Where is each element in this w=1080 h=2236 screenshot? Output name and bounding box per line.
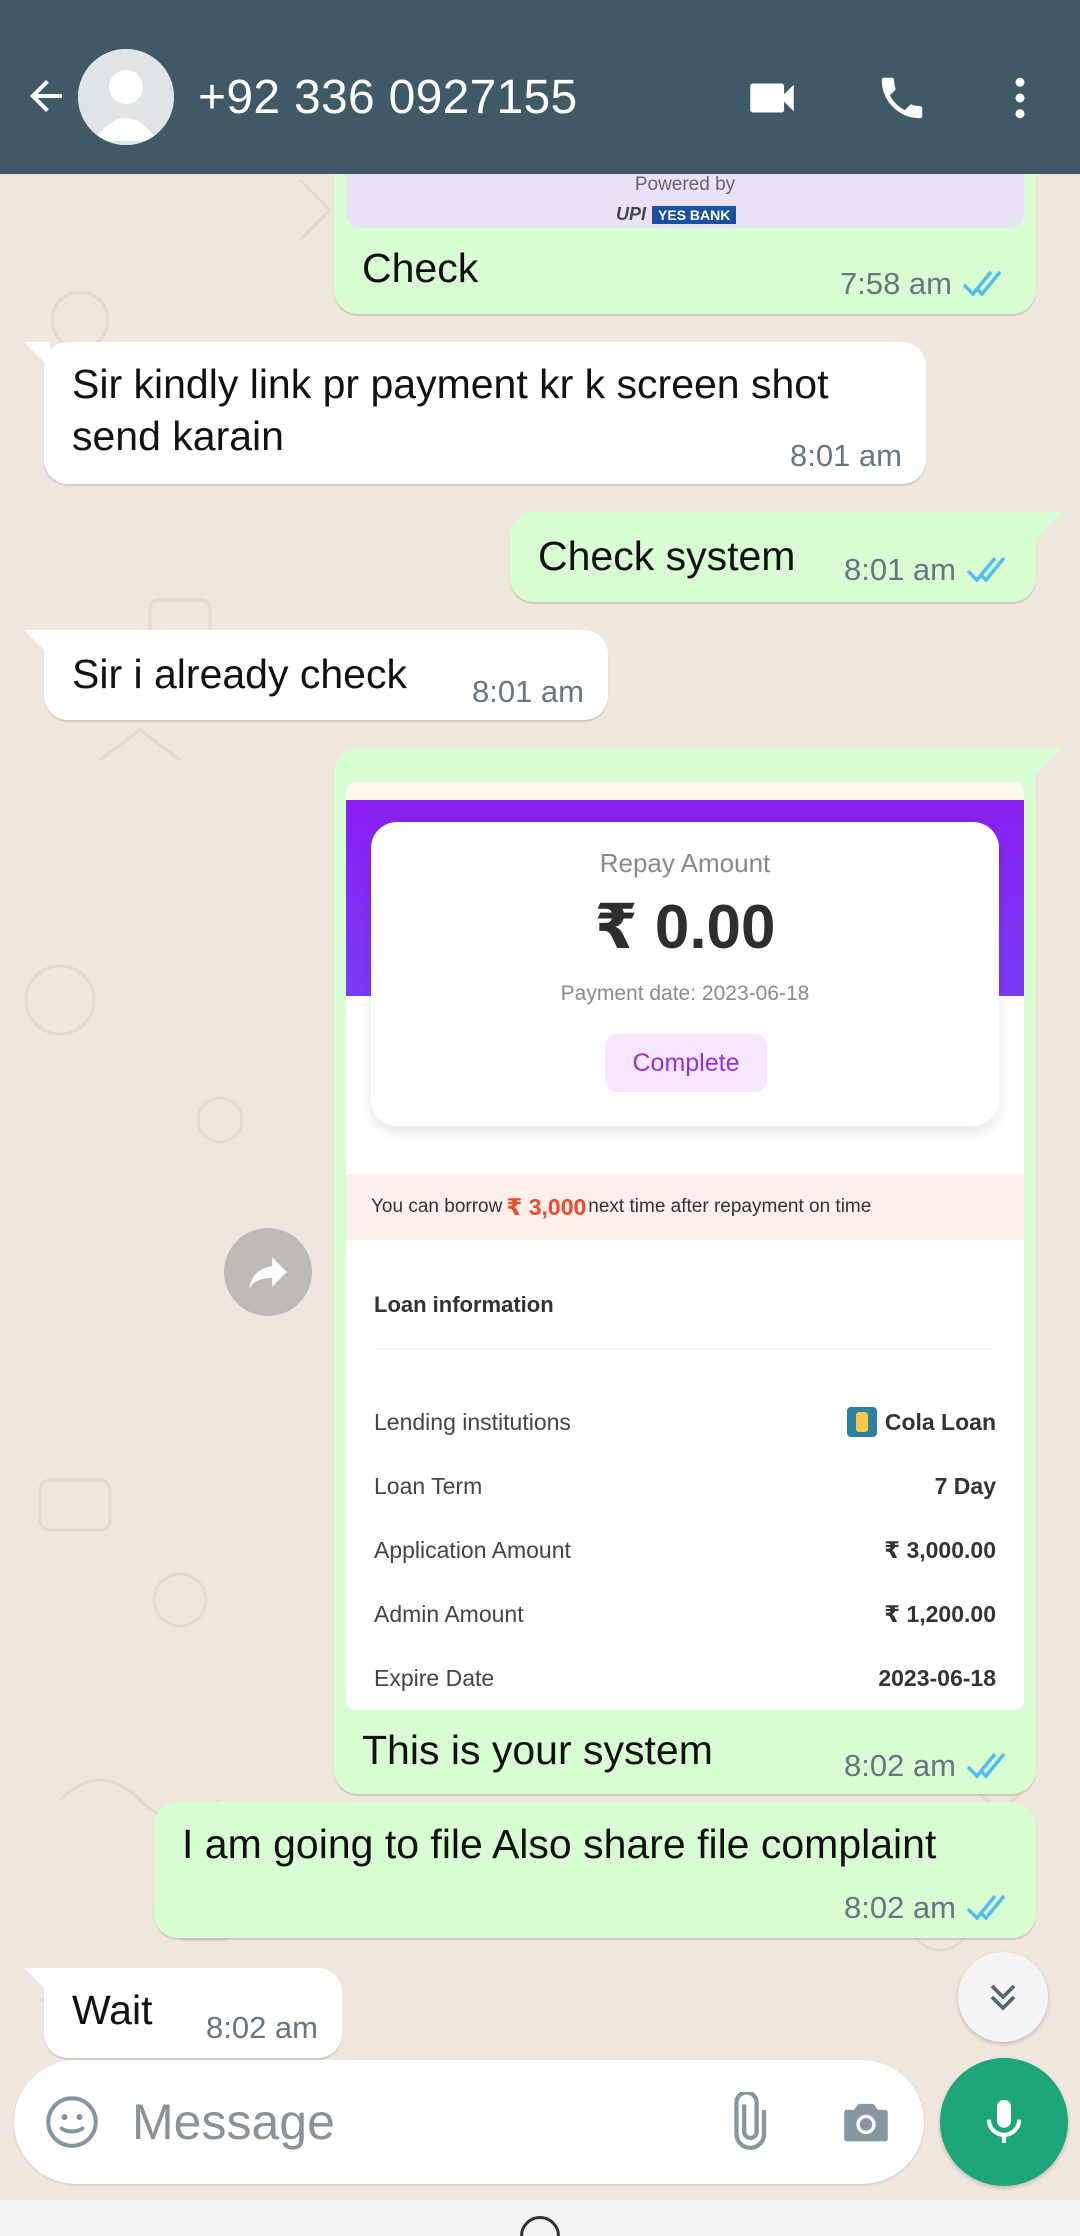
upi-logos: UPI YES BANK (616, 204, 737, 225)
chat-header: +92 336 0927155 (0, 0, 1080, 174)
borrow-notice: You can borrow ₹ 3,000 next time after r… (346, 1174, 1024, 1240)
forward-button[interactable] (224, 1228, 312, 1316)
message-composer (14, 2060, 924, 2184)
system-nav-bar (0, 2200, 1080, 2236)
message-bubble-incoming[interactable]: Wait 8:02 am (44, 1968, 342, 2058)
phone-icon (881, 77, 923, 119)
loan-row-label: Lending institutions (374, 1408, 571, 1435)
loan-row: Lending institutions Cola Loan (374, 1402, 996, 1442)
chevrons-down-icon (990, 1984, 1016, 2011)
message-time: 8:02 am (205, 2010, 318, 2045)
message-text: This is your system (362, 1727, 713, 1773)
video-call-button[interactable] (740, 66, 804, 130)
message-meta: 8:01 am (844, 552, 1012, 588)
message-meta: 8:02 am (206, 2010, 318, 2046)
more-vertical-icon (1015, 77, 1025, 119)
message-text: Check (362, 245, 479, 291)
loan-row-label: Admin Amount (374, 1600, 524, 1627)
more-options-button[interactable] (988, 66, 1052, 130)
message-meta: 7:58 am (840, 266, 1008, 302)
loan-row-value: 2023-06-18 (878, 1664, 996, 1691)
double-check-icon (966, 1752, 1006, 1779)
bubble-tail (1036, 512, 1062, 538)
message-bubble-outgoing[interactable]: Check system 8:01 am (510, 512, 1036, 602)
message-time: 8:01 am (843, 552, 956, 587)
loan-row-label: Expire Date (374, 1664, 495, 1691)
message-meta: 8:02 am (844, 1748, 1012, 1784)
message-meta: 8:01 am (472, 674, 584, 710)
message-text: Sir kindly link pr payment kr k screen s… (72, 361, 829, 459)
borrow-amount: ₹ 3,000 (506, 1193, 587, 1220)
loan-row-label: Loan Term (374, 1472, 483, 1499)
avatar[interactable] (78, 49, 174, 145)
bubble-tail (24, 342, 50, 368)
double-check-icon (966, 1894, 1006, 1921)
loan-row-value: ₹ 1,200.00 (884, 1600, 996, 1627)
message-bubble-incoming[interactable]: Sir kindly link pr payment kr k screen s… (44, 342, 926, 484)
message-meta: 8:02 am (844, 1890, 1012, 1926)
emoji-button[interactable] (40, 2090, 104, 2154)
loan-row: Application Amount ₹ 3,000.00 (374, 1530, 996, 1570)
emoji-icon (46, 2096, 98, 2148)
upi-logo: UPI (616, 204, 647, 224)
message-time: 8:02 am (843, 1748, 956, 1783)
double-check-icon (962, 270, 1002, 297)
microphone-icon (986, 2099, 1022, 2143)
default-avatar-icon (78, 49, 174, 145)
voice-message-button[interactable] (940, 2058, 1068, 2186)
message-text: Check system (538, 533, 796, 579)
loan-row: Loan Term 7 Day (374, 1466, 996, 1506)
yes-bank-logo: YES BANK (652, 205, 737, 224)
message-bubble-outgoing[interactable]: Repay Amount ₹ 0.00 Payment date: 2023-0… (334, 748, 1036, 1794)
message-time: 8:01 am (471, 674, 584, 709)
loan-row-label: Application Amount (374, 1536, 571, 1563)
arrow-left-icon (30, 80, 62, 112)
scroll-to-bottom-button[interactable] (958, 1952, 1048, 2042)
repay-label: Repay Amount (599, 848, 771, 878)
forward-icon (249, 1257, 287, 1289)
camera-button[interactable] (834, 2090, 898, 2154)
message-time: 8:01 am (789, 438, 902, 473)
message-text: Wait (72, 1987, 153, 2033)
repay-card: Repay Amount ₹ 0.00 Payment date: 2023-0… (371, 822, 999, 1126)
home-indicator[interactable] (520, 2216, 560, 2236)
message-meta: 8:01 am (790, 438, 902, 474)
voice-call-button[interactable] (870, 66, 934, 130)
status-badge: Complete (605, 1034, 767, 1092)
divider (374, 1348, 994, 1349)
powered-by-label: Powered by (634, 174, 736, 195)
message-time: 8:02 am (843, 1890, 956, 1925)
double-check-icon (966, 556, 1006, 583)
screenshot-top-strip (346, 782, 1024, 800)
contact-name[interactable]: +92 336 0927155 (198, 70, 578, 125)
bubble-tail (24, 630, 50, 656)
loan-info-title: Loan information (374, 1292, 554, 1317)
message-text: Sir i already check (72, 651, 407, 697)
message-time: 7:58 am (839, 266, 952, 301)
attach-button[interactable] (714, 2090, 778, 2154)
loan-row: Admin Amount ₹ 1,200.00 (374, 1594, 996, 1634)
loan-row: Expire Date 2023-06-18 (374, 1658, 996, 1698)
back-button[interactable] (20, 70, 72, 122)
bubble-tail (24, 1968, 50, 1994)
message-input[interactable] (132, 2084, 692, 2160)
borrow-suffix: next time after repayment on time (588, 1196, 872, 1217)
paperclip-icon (734, 2092, 767, 2150)
message-bubble-incoming[interactable]: Sir i already check 8:01 am (44, 630, 608, 720)
payment-date: Payment date: 2023-06-18 (560, 982, 810, 1005)
borrow-prefix: You can borrow (371, 1196, 503, 1217)
lender-name: Cola Loan (884, 1408, 996, 1435)
video-camera-icon (750, 83, 794, 113)
message-text: I am going to file Also share file compl… (182, 1821, 937, 1867)
loan-row-value: 7 Day (934, 1472, 996, 1499)
loan-row-value: Cola Loan (846, 1407, 996, 1437)
loan-app-screenshot[interactable]: Repay Amount ₹ 0.00 Payment date: 2023-0… (346, 782, 1024, 1710)
repay-amount: ₹ 0.00 (594, 893, 776, 962)
loan-row-value: ₹ 3,000.00 (884, 1536, 996, 1563)
message-bubble-outgoing[interactable]: I am going to file Also share file compl… (154, 1802, 1036, 1938)
bubble-tail (1036, 748, 1062, 774)
cola-loan-logo-icon (846, 1407, 877, 1437)
camera-icon (844, 2103, 888, 2142)
